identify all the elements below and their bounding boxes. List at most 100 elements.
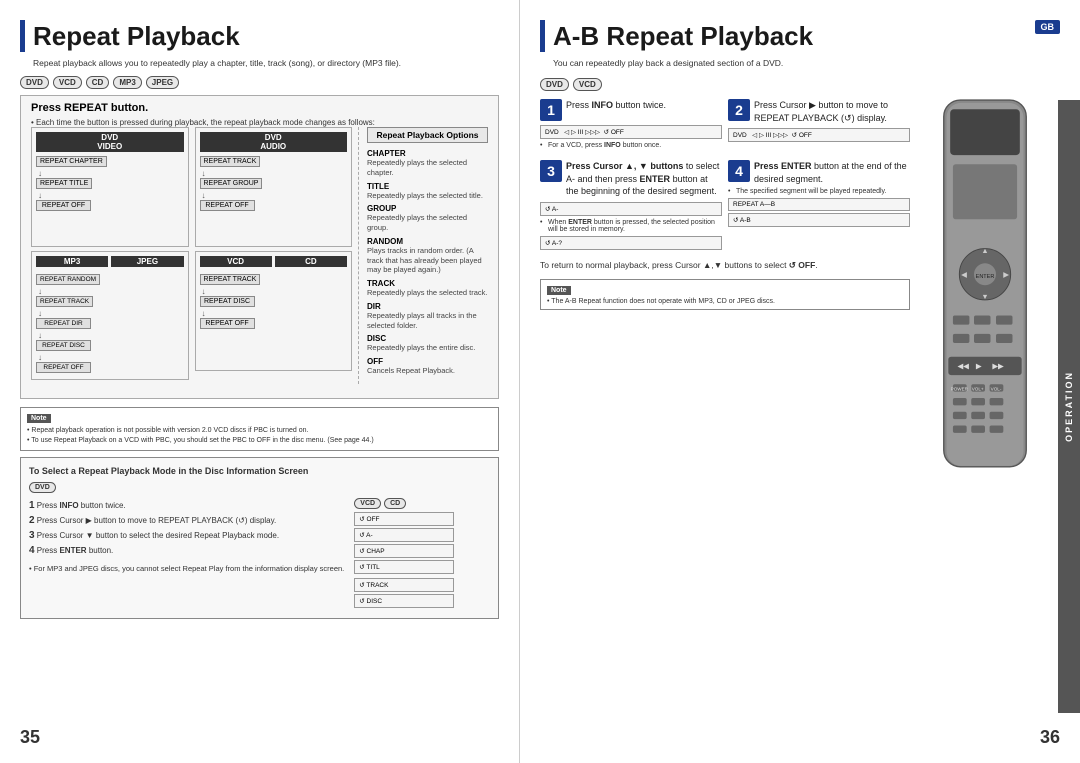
svg-text:◀◀: ◀◀ xyxy=(958,362,970,371)
display-state-a-minus: ↺ A- xyxy=(354,528,454,542)
dvd-video-item-3: REPEAT OFF xyxy=(36,200,184,211)
display-state-track: ↺ TRACK xyxy=(354,578,454,592)
step-2-number: 2 xyxy=(728,99,750,121)
left-page: Repeat Playback Repeat playback allows y… xyxy=(0,0,520,763)
right-note-title: Note xyxy=(547,286,571,295)
display-state-off: ↺ OFF xyxy=(354,512,454,526)
step-4-block: 4 Press ENTER button at the end of the d… xyxy=(728,160,910,252)
vcd-arrow-1: ↓ xyxy=(202,287,346,296)
cd-title: CD xyxy=(275,256,347,267)
right-badge-vcd: VCD xyxy=(573,78,602,91)
vcd-cd-box: VCD CD REPEAT TRACK ↓ REPEAT DISC ↓ REPE… xyxy=(195,251,353,371)
gb-badge: GB xyxy=(1035,20,1061,34)
option-group: GROUP Repeatedly plays the selected grou… xyxy=(367,204,488,233)
step-3-display2: ↺ A-? xyxy=(540,236,722,250)
step-3-note: When ENTER button is pressed, the select… xyxy=(540,219,722,233)
step-4-note: The specified segment will be played rep… xyxy=(728,188,910,195)
left-note-title: Note xyxy=(27,414,51,423)
diagram-area: DVDVIDEO REPEAT CHAPTER ↓ REPEAT TITLE ↓… xyxy=(31,127,488,384)
right-title-bar: A-B Repeat Playback xyxy=(540,20,1060,52)
vcd-item-1: REPEAT TRACK xyxy=(200,274,348,285)
option-off: OFF Cancels Repeat Playback. xyxy=(367,357,488,376)
svg-text:▶: ▶ xyxy=(976,362,982,371)
mp3-label-2: REPEAT TRACK xyxy=(36,296,93,307)
right-page-title: A-B Repeat Playback xyxy=(553,21,813,52)
step-2-block: 2 Press Cursor ▶ button to move to REPEA… xyxy=(728,99,910,152)
left-title-bar: Repeat Playback xyxy=(20,20,499,52)
select-badge-vcd: VCD xyxy=(354,498,381,509)
right-page: GB A-B Repeat Playback You can repeatedl… xyxy=(520,0,1080,763)
step-1-content: Press INFO button twice. xyxy=(566,99,666,112)
vcd-arrow-2: ↓ xyxy=(202,309,346,318)
svg-text:ENTER: ENTER xyxy=(976,274,995,280)
dvd-video-col: DVDVIDEO REPEAT CHAPTER ↓ REPEAT TITLE ↓… xyxy=(31,127,189,384)
vcd-label-1: REPEAT TRACK xyxy=(200,274,261,285)
step-4-content: Press ENTER button at the end of the des… xyxy=(754,160,910,185)
operation-text: OPERATION xyxy=(1064,371,1074,442)
option-chapter: CHAPTER Repeatedly plays the selected ch… xyxy=(367,149,488,178)
step-2-content: Press Cursor ▶ button to move to REPEAT … xyxy=(754,99,910,124)
display-state-disc: ↺ DISC xyxy=(354,594,454,608)
dvd-a-item-3: REPEAT OFF xyxy=(200,200,348,211)
select-box-title: To Select a Repeat Playback Mode in the … xyxy=(29,466,490,476)
remote-container: ▲ ▼ ◀ ▶ ENTER ◀◀ ▶ ▶▶ xyxy=(930,78,1060,501)
mp3-item-5: REPEAT OFF xyxy=(36,362,184,373)
badge-mp3: MP3 xyxy=(113,76,141,89)
dvd-video-item-2: REPEAT TITLE xyxy=(36,178,184,189)
left-note-text: • Repeat playback operation is not possi… xyxy=(27,426,492,446)
mp3-item-3: REPEAT DIR xyxy=(36,318,184,329)
step-3-number: 3 xyxy=(540,160,562,182)
right-title-accent xyxy=(540,20,545,52)
jpeg-title: JPEG xyxy=(111,256,183,267)
right-left-content: DVD VCD 1 Press INFO button twice. DVD ◁… xyxy=(540,78,915,501)
page-number-right: 36 xyxy=(1040,727,1060,748)
select-badge-dvd: DVD xyxy=(29,482,56,493)
mp3-arrow-1: ↓ xyxy=(38,287,182,296)
mp3-label-1: REPEAT RANDOM xyxy=(36,274,100,285)
vcd-label-3: REPEAT OFF xyxy=(200,318,255,329)
title-accent xyxy=(20,20,25,52)
right-badges: DVD VCD xyxy=(540,78,910,91)
dvd-audio-title: DVDAUDIO xyxy=(200,132,348,152)
step-2-display: DVD ◁ ▷ III ▷▷▷ ↺ OFF xyxy=(728,128,910,142)
select-repeat-box: To Select a Repeat Playback Mode in the … xyxy=(20,457,499,619)
mp3-item-2: REPEAT TRACK xyxy=(36,296,184,307)
dvd-video-item-1: REPEAT CHAPTER xyxy=(36,156,184,167)
dvd-v-label-3: REPEAT OFF xyxy=(36,200,91,211)
format-badges-left: DVD VCD CD MP3 JPEG xyxy=(20,76,499,89)
mp3-arrow-4: ↓ xyxy=(38,353,182,362)
vcd-title: VCD xyxy=(200,256,272,267)
step-4-display2: ↺ A-B xyxy=(728,213,910,227)
mp3-arrow-2: ↓ xyxy=(38,309,182,318)
steps-3-4: 3 Press Cursor ▲, ▼ buttons to select A-… xyxy=(540,160,910,252)
step-4-number: 4 xyxy=(728,160,750,182)
dvd-v-arrow-2: ↓ xyxy=(38,191,182,200)
step-1-display: DVD ◁ ▷ III ▷▷▷ ↺ OFF xyxy=(540,125,722,139)
badge-dvd: DVD xyxy=(20,76,49,89)
step-1-block: 1 Press INFO button twice. DVD ◁ ▷ III ▷… xyxy=(540,99,722,152)
display-state-chap: ↺ CHAP xyxy=(354,544,454,558)
svg-text:▶▶: ▶▶ xyxy=(992,362,1004,371)
vcd-item-2: REPEAT DISC xyxy=(200,296,348,307)
svg-text:VOL+: VOL+ xyxy=(972,387,984,392)
option-dir: DIR Repeatedly plays all tracks in the s… xyxy=(367,302,488,331)
operation-sidebar: OPERATION xyxy=(1058,100,1080,713)
right-subtitle: You can repeatedly play back a designate… xyxy=(540,58,1060,68)
dvd-a-label-1: REPEAT TRACK xyxy=(200,156,261,167)
dvd-audio-box: DVDAUDIO REPEAT TRACK ↓ REPEAT GROUP ↓ R… xyxy=(195,127,353,247)
dvd-a-label-2: REPEAT GROUP xyxy=(200,178,263,189)
select-steps: 1 Press INFO button twice. 2 Press Curso… xyxy=(29,498,344,610)
option-title: TITLE Repeatedly plays the selected titl… xyxy=(367,182,488,201)
mp3-label-3: REPEAT DIR xyxy=(36,318,91,329)
step-3-display: ↺ A- xyxy=(540,202,722,216)
step-4-display: REPEAT A—B xyxy=(728,198,910,211)
options-col: Repeat Playback Options CHAPTER Repeated… xyxy=(358,127,488,384)
mp3-title: MP3 xyxy=(36,256,108,267)
display-state-titl: ↺ TITL xyxy=(354,560,454,574)
right-badge-dvd: DVD xyxy=(540,78,569,91)
vcd-label-2: REPEAT DISC xyxy=(200,296,255,307)
badge-jpeg: JPEG xyxy=(146,76,179,89)
dvd-a-item-1: REPEAT TRACK xyxy=(200,156,348,167)
mp3-label-5: REPEAT OFF xyxy=(36,362,91,373)
vcd-item-3: REPEAT OFF xyxy=(200,318,348,329)
